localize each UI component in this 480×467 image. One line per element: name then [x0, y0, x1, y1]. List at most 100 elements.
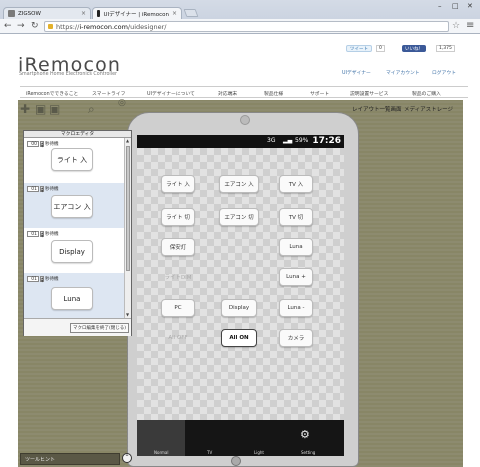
save-icon[interactable]: ▣ [35, 102, 46, 116]
tab-bar: ZIGSOW × UIデザイナー | iRemocon × – □ ✕ [0, 0, 480, 19]
phone-tab-light[interactable]: Light [254, 450, 264, 455]
close-macro-button[interactable]: マクロ編集を終了(閉じる) [69, 323, 129, 333]
remote-button[interactable]: エアコン 切 [219, 208, 259, 226]
spinner-icon[interactable]: ▲ ▼ [40, 141, 44, 147]
wait-control: 01 ▲ ▼ 秒待機 [27, 186, 59, 192]
macro-editor: マクロエディタ 00 ▲ ▼ 秒待機 ライト 入 01 ▲ ▼ 秒待機 エアコン… [23, 130, 132, 336]
nav-item[interactable]: 説明設置サービス [350, 90, 388, 97]
phone-tab-setting[interactable]: Setting [301, 450, 315, 455]
close-window-icon[interactable]: ✕ [467, 2, 473, 10]
bookmark-star-icon[interactable]: ☆ [452, 21, 460, 31]
macro-step-button[interactable]: エアコン 入 [51, 195, 93, 218]
layout-list-link[interactable]: レイアウト一覧画面 [352, 105, 402, 113]
scroll-up-icon[interactable]: ▲ [126, 138, 129, 143]
wait-input[interactable]: 01 [27, 276, 39, 282]
wait-control: 00 ▲ ▼ 秒待機 [27, 141, 59, 147]
back-arrow-icon[interactable]: ← [4, 21, 12, 31]
clock: 17:26 [312, 136, 341, 146]
tool-hints-panel[interactable]: ツールヒント [20, 453, 120, 465]
macro-row: 01 ▲ ▼ 秒待機 エアコン 入 [24, 183, 124, 228]
minimize-icon[interactable]: – [438, 2, 442, 10]
phone-mockup: 3G ▂▄ 59% 17:26 ライト 入 エアコン 入 TV 入 ライト 切 … [127, 112, 359, 467]
tab-label: ZIGSOW [18, 10, 41, 17]
macro-list: 00 ▲ ▼ 秒待機 ライト 入 01 ▲ ▼ 秒待機 エアコン 入 01 ▲ … [24, 138, 124, 318]
tab-zigsow[interactable]: ZIGSOW × [3, 7, 91, 19]
remote-button[interactable]: TV 入 [279, 175, 313, 193]
global-nav: iRemoconでできること スマートライフ UIデザイナーについて 対応端末 … [20, 86, 468, 98]
nav-item[interactable]: 対応端末 [218, 90, 237, 97]
spinner-icon[interactable]: ▲ ▼ [40, 186, 44, 192]
like-count: 1,375 [436, 45, 455, 52]
nav-item[interactable]: サポート [310, 90, 329, 97]
nav-item[interactable]: 製品仕様 [264, 90, 283, 97]
macro-row: 00 ▲ ▼ 秒待機 ライト 入 [24, 138, 124, 183]
close-tab-icon[interactable]: × [172, 10, 177, 17]
facebook-like-button[interactable]: いいね！ [402, 45, 426, 52]
circle-handle-icon[interactable]: ◎ [118, 98, 126, 108]
wait-input[interactable]: 01 [27, 231, 39, 237]
add-icon[interactable]: ✚ [20, 102, 30, 116]
link-my-account[interactable]: マイアカウント [386, 69, 420, 76]
save-as-icon[interactable]: ▣ [49, 102, 60, 116]
remote-button[interactable]: Luna - [279, 299, 313, 317]
remote-button[interactable]: Luna + [279, 268, 313, 286]
browser-menu-icon[interactable]: ≡ [466, 20, 474, 31]
lock-icon [48, 24, 53, 29]
battery-icon: 59% [295, 137, 309, 144]
wait-unit: 秒待機 [45, 142, 59, 147]
remote-button[interactable]: TV 切 [279, 208, 313, 226]
browser-chrome: ZIGSOW × UIデザイナー | iRemocon × – □ ✕ ← → … [0, 0, 480, 34]
scroll-thumb[interactable] [126, 146, 130, 271]
url-text: https://i-remocon.com/uidesigner/ [56, 22, 167, 31]
site: iRemocon Smartphone Home Electronics Con… [0, 34, 480, 467]
remote-button[interactable]: Luna [279, 238, 313, 256]
macro-step-button[interactable]: Display [51, 240, 93, 263]
status-bar: 3G ▂▄ 59% 17:26 [137, 135, 344, 148]
phone-tab-normal[interactable]: Normal [154, 450, 168, 455]
home-button[interactable] [231, 456, 241, 466]
remote-button[interactable]: エアコン 入 [219, 175, 259, 193]
remote-button[interactable]: ライト 入 [161, 175, 195, 193]
reload-icon[interactable]: ↻ [31, 21, 39, 31]
chevron-up-icon[interactable]: ⌃ [122, 453, 132, 463]
link-ui-designer[interactable]: UIデザイナー [342, 69, 371, 76]
maximize-icon[interactable]: □ [452, 2, 459, 10]
remote-button[interactable]: All OFF [161, 329, 195, 347]
macro-step-button[interactable]: Luna [51, 287, 93, 310]
remote-button[interactable]: Display [221, 299, 257, 317]
remote-button[interactable]: ライト 切 [161, 208, 195, 226]
designer-workspace: ✚ ▣ ▣ ⌕ ◎ レイアウト一覧画面 メディアストレージ 3G ▂▄ 59% … [18, 98, 463, 467]
link-logout[interactable]: ログアウト [432, 69, 456, 76]
macro-editor-title[interactable]: マクロエディタ [24, 131, 131, 138]
nav-item[interactable]: 製品のご購入 [412, 90, 441, 97]
tab-uidesigner[interactable]: UIデザイナー | iRemocon × [92, 7, 182, 19]
macro-step-button[interactable]: ライト 入 [51, 148, 93, 171]
close-tab-icon[interactable]: × [81, 10, 86, 17]
forward-arrow-icon[interactable]: → [17, 21, 25, 31]
macro-row: 01 ▲ ▼ 秒待機 Luna [24, 273, 124, 318]
phone-tab-tv[interactable]: TV [207, 450, 212, 455]
scroll-down-icon[interactable]: ▼ [126, 312, 129, 317]
remote-button[interactable]: PC [161, 299, 195, 317]
remote-button[interactable]: All ON [221, 329, 257, 347]
nav-item[interactable]: iRemoconでできること [26, 90, 78, 97]
nav-item[interactable]: スマートライフ [92, 90, 125, 97]
macro-scrollbar[interactable]: ▲ ▼ [124, 138, 131, 318]
gear-icon[interactable]: ⚙ [300, 428, 310, 441]
new-tab-button[interactable] [183, 9, 199, 17]
signal-icon: 3G [267, 137, 276, 144]
nav-item[interactable]: UIデザイナーについて [147, 90, 195, 97]
zoom-icon[interactable]: ⌕ [88, 102, 95, 117]
wait-input[interactable]: 01 [27, 186, 39, 192]
phone-screen: 3G ▂▄ 59% 17:26 ライト 入 エアコン 入 TV 入 ライト 切 … [137, 135, 344, 456]
address-bar[interactable]: https://i-remocon.com/uidesigner/ [44, 21, 449, 32]
remote-button[interactable]: ライトDIM [161, 268, 195, 286]
signal-bars-icon: ▂▄ [283, 137, 293, 144]
spinner-icon[interactable]: ▲ ▼ [40, 231, 44, 237]
remote-button[interactable]: カメラ [279, 329, 313, 347]
wait-input[interactable]: 00 [27, 141, 39, 147]
media-storage-link[interactable]: メディアストレージ [404, 105, 453, 113]
tweet-button[interactable]: ツイート [346, 45, 372, 52]
remote-button[interactable]: 保安灯 [161, 238, 195, 256]
spinner-icon[interactable]: ▲ ▼ [40, 276, 44, 282]
